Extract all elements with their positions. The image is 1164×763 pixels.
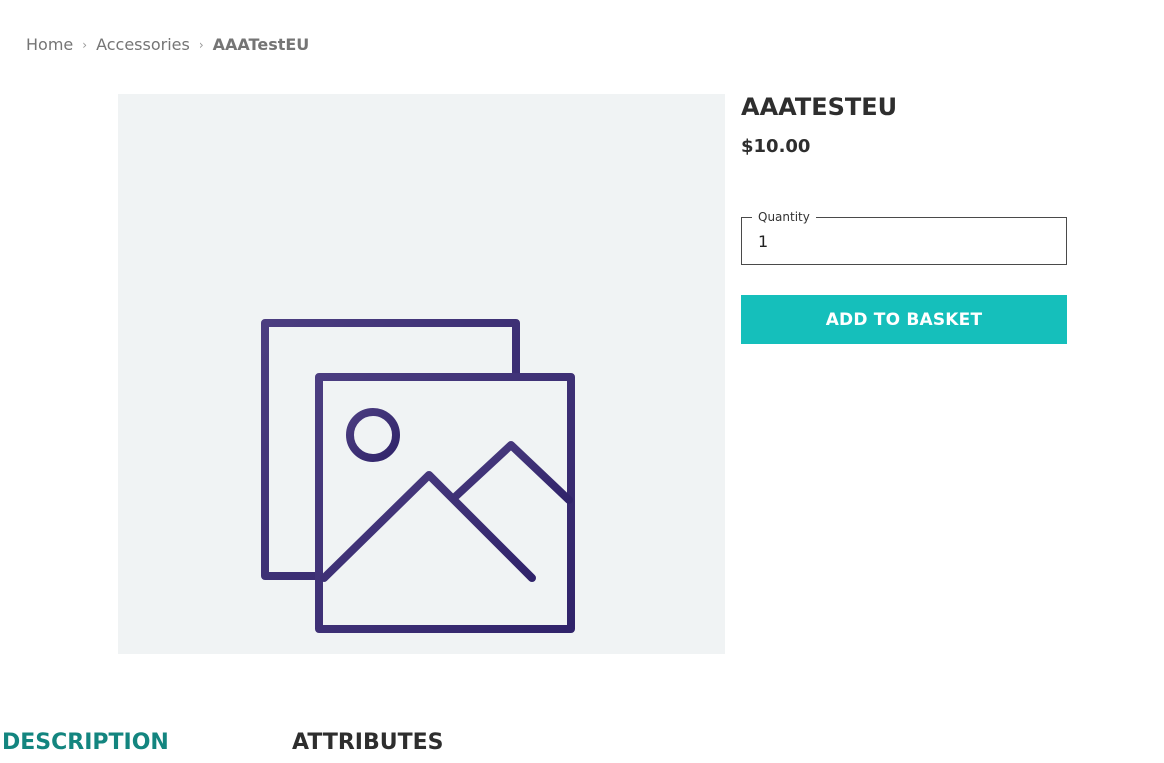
add-to-basket-button[interactable]: ADD TO BASKET	[741, 295, 1067, 344]
product-image	[118, 94, 725, 654]
tab-description[interactable]: DESCRIPTION	[2, 729, 169, 757]
product-title: AAATESTEU	[741, 93, 898, 121]
product-page: Home › Accessories › AAATestEU AAATESTEU…	[0, 0, 1164, 763]
quantity-field[interactable]: Quantity	[741, 209, 1067, 265]
breadcrumb-home-link[interactable]: Home	[26, 35, 73, 55]
image-placeholder-icon	[261, 319, 575, 633]
breadcrumb-current: AAATestEU	[212, 35, 310, 54]
breadcrumb-separator: ›	[82, 38, 88, 52]
quantity-input[interactable]	[758, 229, 1048, 253]
quantity-label: Quantity	[752, 209, 816, 225]
breadcrumb-separator: ›	[198, 38, 204, 52]
breadcrumb-category-link[interactable]: Accessories	[96, 35, 190, 55]
product-price: $10.00	[741, 136, 811, 157]
tab-attributes[interactable]: ATTRIBUTES	[292, 729, 443, 757]
breadcrumb: Home › Accessories › AAATestEU	[26, 35, 309, 55]
